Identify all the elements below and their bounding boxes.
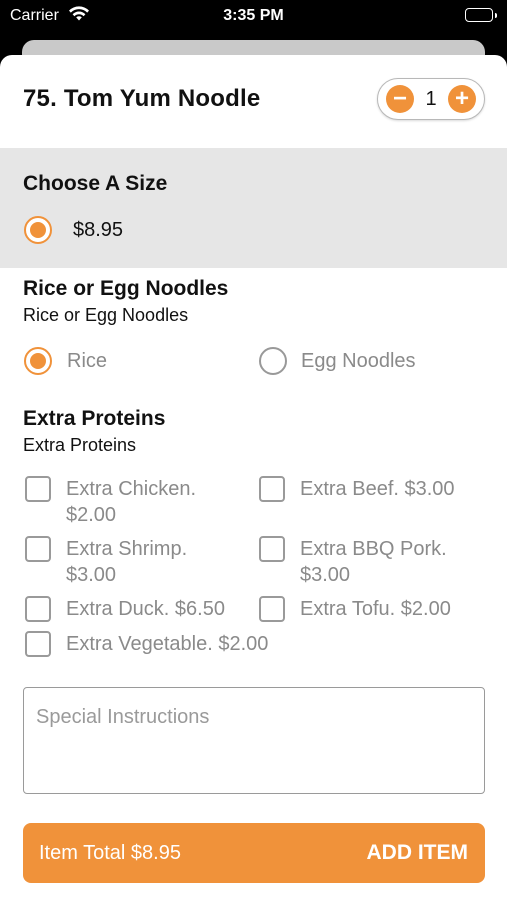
radio-rice-label: Rice bbox=[67, 350, 108, 372]
extra-bbq-pork-price: $3.00 bbox=[300, 564, 351, 586]
special-instructions-field[interactable] bbox=[23, 687, 485, 794]
checkbox-extra-vegetable[interactable] bbox=[25, 631, 51, 657]
extra-chicken-text: Extra Chicken. bbox=[66, 478, 197, 500]
checkbox-extra-chicken[interactable] bbox=[25, 476, 51, 502]
item-total-label: Item Total $8.95 bbox=[39, 842, 181, 864]
checkbox-extra-vegetable-label: Extra Vegetable. $2.00 bbox=[66, 633, 269, 655]
proteins-section-title: Extra Proteins bbox=[23, 407, 166, 430]
extra-shrimp-price: $3.00 bbox=[66, 564, 117, 586]
extra-chicken-price: $2.00 bbox=[66, 504, 117, 526]
clock-time: 3:35 PM bbox=[223, 7, 284, 24]
size-section: Choose A Size $8.95 bbox=[0, 148, 507, 268]
checkbox-extra-bbq-pork[interactable] bbox=[259, 536, 285, 562]
checkbox-extra-beef-label: Extra Beef. $3.00 bbox=[300, 478, 455, 500]
radio-rice[interactable] bbox=[24, 347, 52, 375]
checkbox-extra-duck[interactable] bbox=[25, 596, 51, 622]
size-option-label: $8.95 bbox=[73, 219, 124, 241]
size-radio-8-95[interactable] bbox=[24, 216, 52, 244]
checkbox-extra-chicken-label: Extra Chicken. $2.00 bbox=[66, 476, 196, 528]
extra-shrimp-text: Extra Shrimp. bbox=[66, 538, 188, 560]
checkbox-extra-tofu-label: Extra Tofu. $2.00 bbox=[300, 598, 451, 620]
add-item-button[interactable]: Item Total $8.95 ADD ITEM bbox=[23, 823, 485, 883]
add-item-label: ADD ITEM bbox=[366, 841, 469, 864]
extra-bbq-pork-text: Extra BBQ Pork. bbox=[300, 538, 447, 560]
checkbox-extra-bbq-pork-label: Extra BBQ Pork. $3.00 bbox=[300, 536, 447, 588]
item-detail-sheet: 75. Tom Yum Noodle − 1 + Choose A Size $… bbox=[0, 55, 507, 900]
checkbox-extra-tofu[interactable] bbox=[259, 596, 285, 622]
checkbox-extra-shrimp[interactable] bbox=[25, 536, 51, 562]
checkbox-extra-shrimp-label: Extra Shrimp. $3.00 bbox=[66, 536, 187, 588]
quantity-stepper[interactable]: − 1 + bbox=[377, 78, 485, 120]
radio-egg-noodles[interactable] bbox=[259, 347, 287, 375]
radio-egg-noodles-label: Egg Noodles bbox=[301, 350, 416, 372]
item-title: 75. Tom Yum Noodle bbox=[23, 85, 261, 112]
item-header: 75. Tom Yum Noodle − 1 + bbox=[0, 55, 507, 148]
checkbox-extra-beef[interactable] bbox=[259, 476, 285, 502]
noodles-section-title: Rice or Egg Noodles bbox=[23, 277, 229, 300]
noodles-section-subtitle: Rice or Egg Noodles bbox=[23, 305, 189, 325]
plus-icon[interactable]: + bbox=[448, 85, 476, 113]
checkbox-extra-duck-label: Extra Duck. $6.50 bbox=[66, 598, 225, 620]
status-bar: Carrier 3:35 PM bbox=[0, 0, 507, 32]
proteins-section-subtitle: Extra Proteins bbox=[23, 435, 137, 455]
battery-icon bbox=[465, 8, 497, 22]
size-section-title: Choose A Size bbox=[23, 172, 168, 195]
